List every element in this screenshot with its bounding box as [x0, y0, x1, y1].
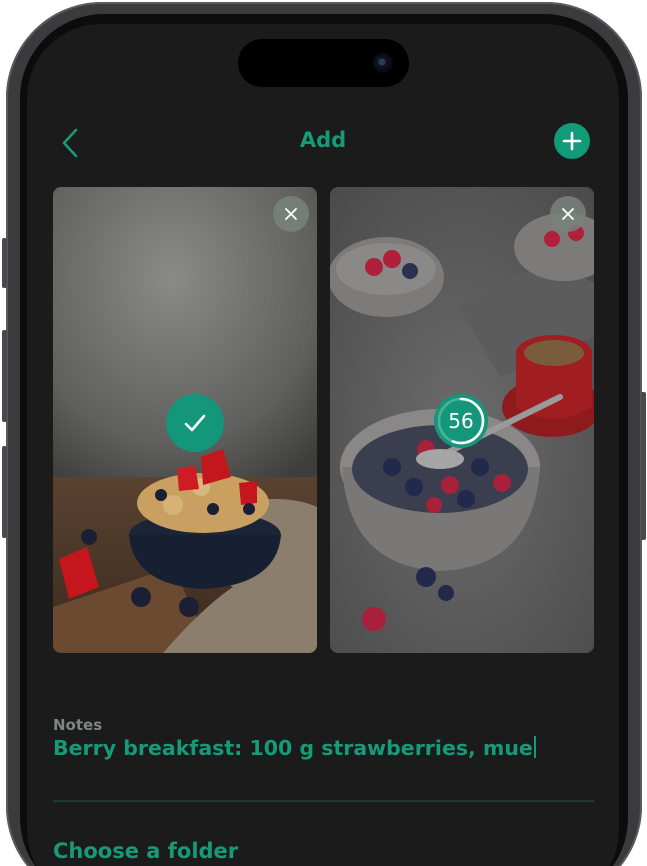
remove-photo-button[interactable] [550, 196, 586, 232]
notes-label: Notes [53, 716, 103, 734]
choose-folder-button[interactable]: Choose a folder [53, 839, 238, 863]
remove-photo-button[interactable] [273, 196, 309, 232]
dynamic-island [238, 39, 409, 87]
volume-up-button [2, 330, 7, 422]
add-button[interactable] [554, 123, 590, 159]
progress-value: 56 [448, 409, 474, 433]
divider [53, 800, 594, 802]
page-title: Add [299, 128, 347, 152]
photo-thumbnail-2[interactable]: 56 [330, 187, 594, 653]
selected-badge [166, 394, 224, 452]
close-icon [562, 208, 574, 220]
text-cursor [533, 736, 536, 758]
notes-input[interactable]: Berry breakfast: 100 g strawberries, mue [53, 736, 536, 760]
close-icon [285, 208, 297, 220]
plus-icon [562, 131, 582, 151]
checkmark-icon [184, 414, 206, 432]
power-button [641, 392, 646, 540]
notes-text: Berry breakfast: 100 g strawberries, mue [53, 736, 533, 760]
photo-thumbnail-1[interactable] [53, 187, 317, 653]
camera-icon [373, 53, 393, 73]
action-button [2, 238, 7, 288]
volume-down-button [2, 446, 7, 538]
app-screen: Add 56 Notes Berry breakfast: 100 g stra… [27, 24, 619, 866]
upload-progress-indicator: 56 [433, 393, 489, 449]
